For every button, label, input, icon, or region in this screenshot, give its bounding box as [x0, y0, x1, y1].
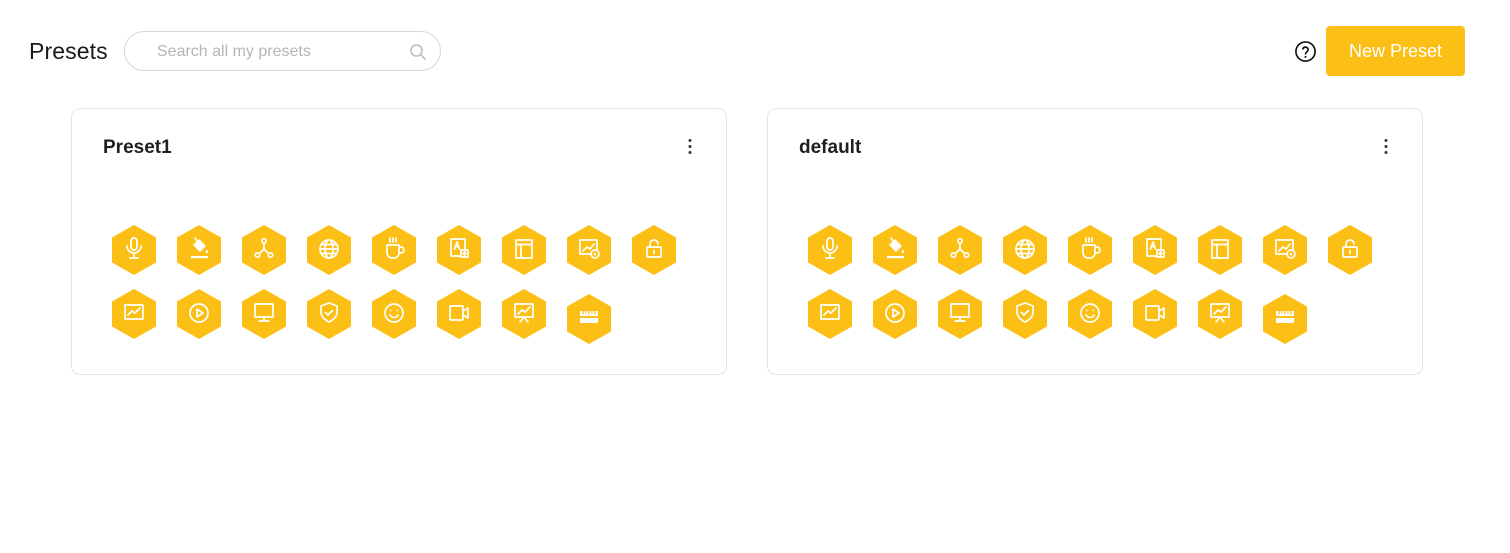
new-preset-button[interactable]: New Preset: [1326, 26, 1465, 76]
preset-icon-grid: [72, 109, 726, 374]
paint-bucket-icon[interactable]: [872, 225, 918, 275]
desktop-monitor-icon[interactable]: [241, 289, 287, 339]
coffee-cup-icon[interactable]: [371, 225, 417, 275]
presentation-chart-icon[interactable]: [501, 289, 547, 339]
translate-icon[interactable]: [1132, 225, 1178, 275]
coffee-cup-icon[interactable]: [1067, 225, 1113, 275]
translate-icon[interactable]: [436, 225, 482, 275]
search-icon[interactable]: [408, 42, 428, 62]
paint-bucket-icon[interactable]: [176, 225, 222, 275]
video-camera-icon[interactable]: [1132, 289, 1178, 339]
line-chart-icon[interactable]: [111, 289, 157, 339]
microphone-icon[interactable]: [807, 225, 853, 275]
globe-icon[interactable]: [1002, 225, 1048, 275]
unlock-icon[interactable]: [1327, 225, 1373, 275]
presets-page: Presets New Preset Preset1 default: [0, 0, 1510, 553]
play-circle-icon[interactable]: [176, 289, 222, 339]
unlock-icon[interactable]: [631, 225, 677, 275]
preset-card[interactable]: default: [767, 108, 1423, 375]
preset-card[interactable]: Preset1: [71, 108, 727, 375]
question-circle-icon[interactable]: [1294, 40, 1317, 63]
microphone-icon[interactable]: [111, 225, 157, 275]
video-camera-icon[interactable]: [436, 289, 482, 339]
play-circle-icon[interactable]: [872, 289, 918, 339]
network-nodes-icon[interactable]: [937, 225, 983, 275]
page-title: Presets: [29, 38, 108, 64]
smiley-icon[interactable]: [371, 289, 417, 339]
shield-check-icon[interactable]: [306, 289, 352, 339]
preset-icon-grid: [768, 109, 1422, 374]
network-nodes-icon[interactable]: [241, 225, 287, 275]
image-monitor-eye-icon[interactable]: [1262, 225, 1308, 275]
layout-panel-icon[interactable]: [1197, 225, 1243, 275]
image-monitor-eye-icon[interactable]: [566, 225, 612, 275]
line-chart-icon[interactable]: [807, 289, 853, 339]
shield-check-icon[interactable]: [1002, 289, 1048, 339]
search-input[interactable]: [157, 41, 397, 63]
layout-panel-icon[interactable]: [501, 225, 547, 275]
search-box[interactable]: [124, 31, 441, 71]
smiley-icon[interactable]: [1067, 289, 1113, 339]
globe-icon[interactable]: [306, 225, 352, 275]
ruler-icon[interactable]: [566, 294, 612, 344]
presentation-chart-icon[interactable]: [1197, 289, 1243, 339]
ruler-icon[interactable]: [1262, 294, 1308, 344]
desktop-monitor-icon[interactable]: [937, 289, 983, 339]
